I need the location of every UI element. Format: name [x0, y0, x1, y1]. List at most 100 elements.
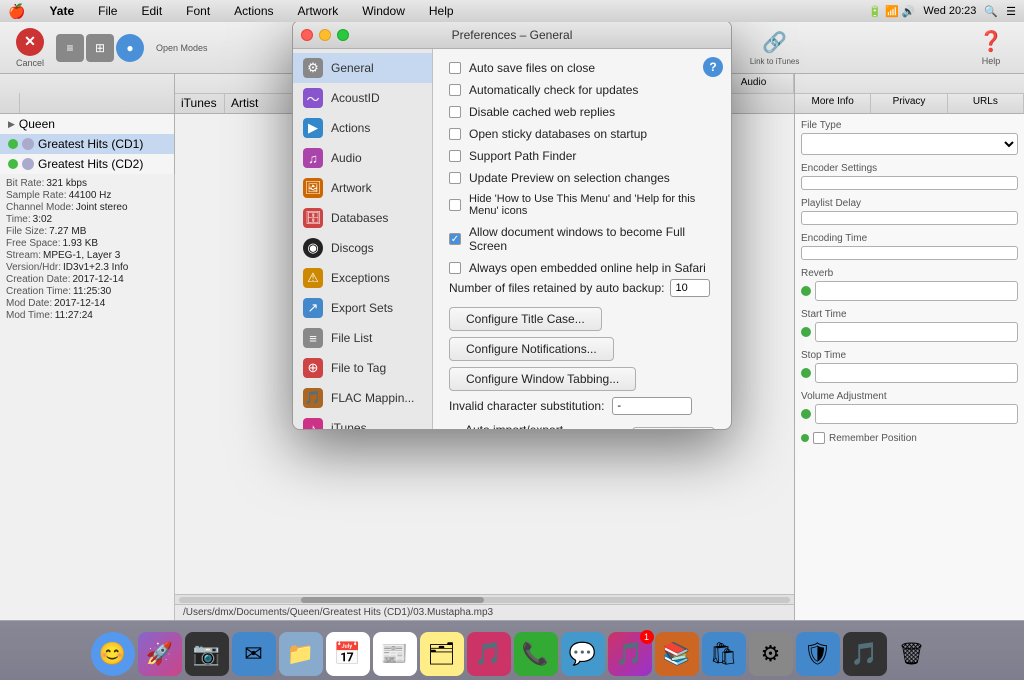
autoupdate-checkbox[interactable] — [449, 84, 461, 96]
menu-yate[interactable]: Yate — [45, 3, 78, 19]
hidehow-label: Hide 'How to Use This Menu' and 'Help fo… — [469, 193, 715, 217]
autosave-label: Auto save files on close — [469, 61, 595, 75]
invalid-input[interactable] — [612, 397, 692, 415]
menu-actions[interactable]: Actions — [230, 3, 277, 19]
supportpath-checkbox[interactable] — [449, 150, 461, 162]
configure-btn[interactable]: Configure... — [632, 427, 715, 429]
autosave-checkbox[interactable] — [449, 62, 461, 74]
nav-itunes[interactable]: ♪ iTunes — [293, 413, 432, 429]
preferences-dialog: Preferences – General ⚙ General 〜 Acoust… — [292, 20, 732, 430]
nav-actions[interactable]: ▶ Actions — [293, 113, 432, 143]
configure-title-case-button[interactable]: Configure Title Case... — [449, 307, 602, 331]
nav-databases[interactable]: 🗄 Databases — [293, 203, 432, 233]
supportpath-label: Support Path Finder — [469, 149, 576, 163]
dock-systemprefs[interactable]: ⚙ — [749, 632, 793, 676]
configure-window-tabbing-button[interactable]: Configure Window Tabbing... — [449, 367, 636, 391]
dock-launchpad[interactable]: 🚀 — [138, 632, 182, 676]
nav-itunes-label: iTunes — [331, 421, 367, 429]
dock-files[interactable]: 📁 — [279, 632, 323, 676]
autoupdate-label: Automatically check for updates — [469, 83, 638, 97]
nav-audio-label: Audio — [331, 151, 362, 165]
alwaysopen-checkbox[interactable] — [449, 262, 461, 274]
dock-books[interactable]: 📚 — [655, 632, 699, 676]
dock-news[interactable]: 📰 — [373, 632, 417, 676]
exc-icon: ⚠ — [303, 268, 323, 288]
system-icons: 🔋 📶 🔊 — [868, 5, 915, 18]
dock-notes[interactable]: 🗂 — [420, 632, 464, 676]
nav-filelist[interactable]: ≡ File List — [293, 323, 432, 353]
dock-finder[interactable]: 😊 — [91, 632, 135, 676]
dock: 😊 🚀 📷 ✉ 📁 📅 📰 🗂 🎵 📞 💬 🎵 1 📚 🛍 ⚙ 🛡 🎵 🗑 — [0, 620, 1024, 680]
nav-acoustid[interactable]: 〜 AcoustID — [293, 83, 432, 113]
pref-autoimport: Auto import/export preferences file: Con… — [449, 423, 715, 429]
nav-discogs[interactable]: ◉ Discogs — [293, 233, 432, 263]
nav-filelist-label: File List — [331, 331, 372, 345]
notification-icon[interactable]: ☰ — [1006, 5, 1016, 18]
dock-itunes[interactable]: 🎵 1 — [608, 632, 652, 676]
actions-nav-icon: ▶ — [303, 118, 323, 138]
nav-audio[interactable]: ♫ Audio — [293, 143, 432, 173]
dock-appstore[interactable]: 🛍 — [702, 632, 746, 676]
nav-artwork-label: Artwork — [331, 181, 372, 195]
updatepreview-checkbox[interactable] — [449, 172, 461, 184]
hidehow-checkbox[interactable] — [449, 199, 461, 211]
menu-help[interactable]: Help — [425, 3, 458, 19]
menu-artwork[interactable]: Artwork — [294, 3, 343, 19]
maximize-button[interactable] — [337, 29, 349, 41]
dialog-overlay: Preferences – General ⚙ General 〜 Acoust… — [0, 0, 1024, 620]
pref-invalid-char: Invalid character substitution: — [449, 397, 715, 415]
nav-general-label: General — [331, 61, 374, 75]
dock-messages[interactable]: 💬 — [561, 632, 605, 676]
dock-trash[interactable]: 🗑 — [890, 632, 934, 676]
openstickydb-checkbox[interactable] — [449, 128, 461, 140]
pref-updatepreview: Update Preview on selection changes — [449, 171, 715, 185]
updatepreview-label: Update Preview on selection changes — [469, 171, 670, 185]
pref-autoupdate: Automatically check for updates — [449, 83, 715, 97]
nav-flac-label: FLAC Mappin... — [331, 391, 414, 405]
spotlight-icon[interactable]: 🔍 — [984, 5, 998, 18]
db-icon: 🗄 — [303, 208, 323, 228]
disablecache-label: Disable cached web replies — [469, 105, 615, 119]
disablecache-checkbox[interactable] — [449, 106, 461, 118]
nav-exceptions[interactable]: ⚠ Exceptions — [293, 263, 432, 293]
dock-calendar[interactable]: 📅 — [326, 632, 370, 676]
close-button[interactable] — [301, 29, 313, 41]
dialog-titlebar: Preferences – General — [293, 21, 731, 49]
configure-notifications-button[interactable]: Configure Notifications... — [449, 337, 614, 361]
clock: Wed 20:23 — [923, 5, 976, 17]
pref-hidehow: Hide 'How to Use This Menu' and 'Help fo… — [449, 193, 715, 217]
dock-yate[interactable]: 🎵 — [843, 632, 887, 676]
menu-bar-right: 🔋 📶 🔊 Wed 20:23 🔍 ☰ — [868, 5, 1016, 18]
menu-edit[interactable]: Edit — [137, 3, 166, 19]
dock-badge-itunes: 1 — [640, 630, 654, 644]
dock-music[interactable]: 🎵 — [467, 632, 511, 676]
dock-mail[interactable]: ✉ — [232, 632, 276, 676]
nav-filetotag[interactable]: ⊕ File to Tag — [293, 353, 432, 383]
dock-camera[interactable]: 📷 — [185, 632, 229, 676]
menu-font[interactable]: Font — [182, 3, 214, 19]
pref-disablecache: Disable cached web replies — [449, 105, 715, 119]
filetag-icon: ⊕ — [303, 358, 323, 378]
nav-general[interactable]: ⚙ General — [293, 53, 432, 83]
artwork-nav-icon: 🖼 — [303, 178, 323, 198]
help-button-dialog[interactable]: ? — [703, 57, 723, 77]
menu-file[interactable]: File — [94, 3, 121, 19]
nav-exportsets[interactable]: ↗ Export Sets — [293, 293, 432, 323]
pref-openstickydb: Open sticky databases on startup — [449, 127, 715, 141]
nav-exceptions-label: Exceptions — [331, 271, 390, 285]
apple-menu[interactable]: 🍎 — [8, 3, 25, 20]
backup-label: Number of files retained by auto backup: — [449, 281, 664, 295]
autoimport-label: Auto import/export preferences file: — [465, 423, 628, 429]
gear-icon: ⚙ — [303, 58, 323, 78]
allowfullscreen-checkbox[interactable]: ✓ — [449, 233, 461, 245]
backup-input[interactable] — [670, 279, 710, 297]
nav-artwork[interactable]: 🖼 Artwork — [293, 173, 432, 203]
minimize-button[interactable] — [319, 29, 331, 41]
invalid-label: Invalid character substitution: — [449, 399, 604, 413]
dock-facetime[interactable]: 📞 — [514, 632, 558, 676]
menu-window[interactable]: Window — [358, 3, 409, 19]
nav-flac[interactable]: 🎵 FLAC Mappin... — [293, 383, 432, 413]
dock-defender[interactable]: 🛡 — [796, 632, 840, 676]
dialog-body: ⚙ General 〜 AcoustID ▶ Actions ♫ Audio 🖼 — [293, 49, 731, 429]
dialog-main: ? Auto save files on close Automatically… — [433, 49, 731, 429]
